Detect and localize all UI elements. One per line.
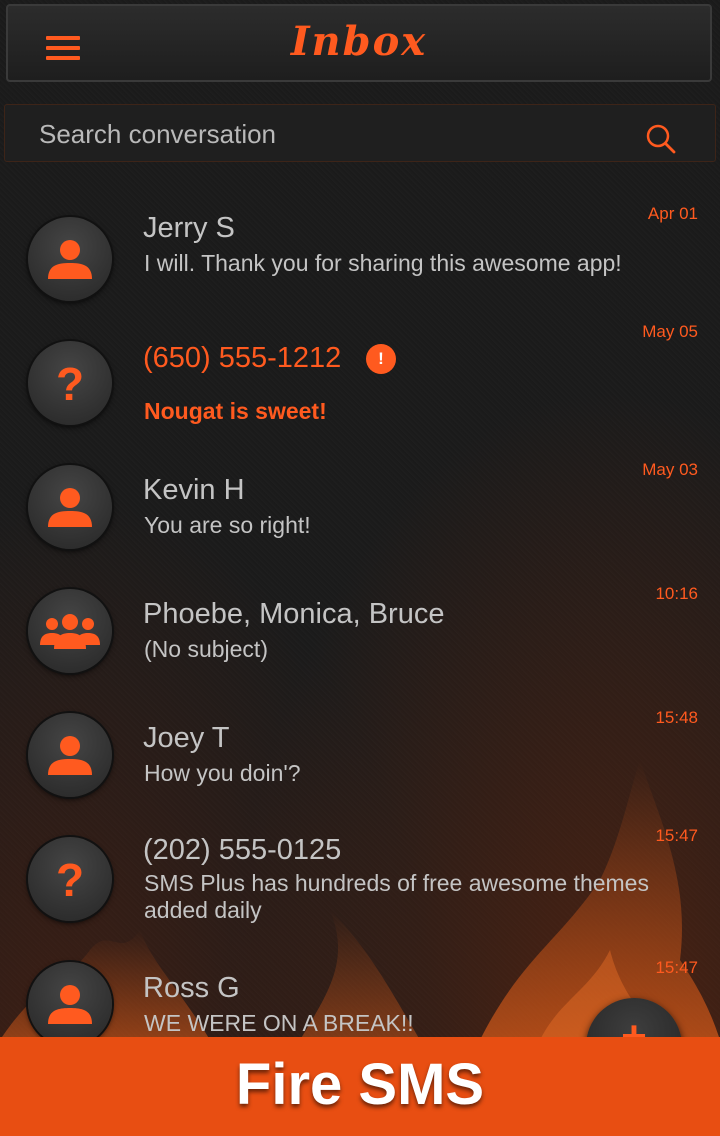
message-date: May 03 — [642, 460, 698, 479]
message-date: 10:16 — [655, 584, 698, 603]
contact-name: (202) 555-0125 — [143, 834, 342, 866]
message-date: 15:47 — [655, 826, 698, 845]
person-icon — [48, 736, 92, 775]
avatar — [28, 589, 112, 673]
avatar — [28, 217, 112, 301]
search-bar — [4, 104, 716, 162]
unknown-contact-icon: ? — [55, 854, 85, 906]
contact-name: Phoebe, Monica, Bruce — [143, 598, 445, 630]
contact-name: Jerry S — [143, 212, 235, 244]
banner-text: Fire SMS — [235, 1052, 485, 1117]
message-date: 15:48 — [655, 708, 698, 727]
conversation-row[interactable]: Kevin H You are so right! May 03 — [0, 460, 720, 580]
message-date: 15:47 — [655, 958, 698, 977]
conversation-row[interactable]: ? (202) 555-0125 SMS Plus has hundreds o… — [0, 826, 720, 946]
message-date: May 05 — [642, 322, 698, 341]
avatar — [28, 713, 112, 797]
conversation-row[interactable]: Phoebe, Monica, Bruce (No subject) 10:16 — [0, 584, 720, 704]
person-icon — [48, 488, 92, 527]
message-date: Apr 01 — [647, 204, 698, 223]
page-title: Inbox — [290, 18, 428, 65]
contact-name: (650) 555-1212 — [143, 342, 342, 374]
message-preview: You are so right! — [144, 512, 311, 538]
message-preview: Nougat is sweet! — [144, 398, 327, 424]
app-bar: Inbox — [6, 4, 712, 82]
avatar: ? — [28, 341, 112, 425]
group-icon — [40, 614, 100, 649]
message-preview: I will. Thank you for sharing this aweso… — [144, 250, 622, 276]
search-icon[interactable] — [645, 123, 677, 155]
person-icon — [48, 240, 92, 279]
contact-name: Joey T — [143, 722, 230, 754]
contact-name: Ross G — [143, 972, 240, 1004]
avatar — [28, 962, 112, 1046]
search-input[interactable] — [37, 113, 601, 155]
message-preview: (No subject) — [144, 636, 268, 662]
message-preview: How you doin'? — [144, 760, 301, 786]
person-icon — [48, 985, 92, 1024]
avatar: ? — [28, 837, 112, 921]
avatar — [28, 465, 112, 549]
conversation-row[interactable]: Jerry S I will. Thank you for sharing th… — [0, 200, 720, 320]
message-preview: SMS Plus has hundreds of free awesome th… — [144, 870, 649, 923]
conversation-row[interactable]: Joey T How you doin'? 15:48 — [0, 708, 720, 828]
alert-icon: ! — [366, 344, 396, 374]
conversation-row[interactable]: ? (650) 555-1212 ! Nougat is sweet! May … — [0, 320, 720, 440]
promo-banner: Fire SMS — [0, 1037, 720, 1136]
unknown-contact-icon: ? — [55, 358, 85, 410]
contact-name: Kevin H — [143, 474, 245, 506]
